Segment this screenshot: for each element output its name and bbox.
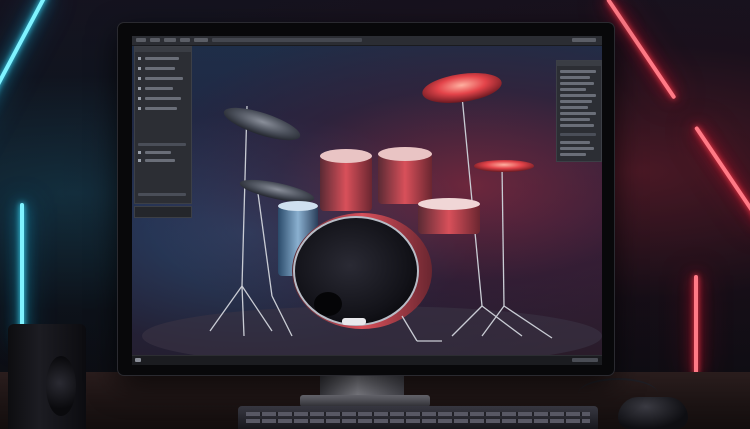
- rack-tom-left: [320, 156, 372, 211]
- taskbar: [132, 355, 602, 365]
- properties-panel[interactable]: [556, 60, 602, 162]
- panel-divider: [560, 133, 596, 136]
- rack-tom-right: [378, 154, 432, 204]
- property-row[interactable]: [560, 153, 586, 156]
- property-row[interactable]: [560, 112, 596, 115]
- neon-tube-left-vertical: [20, 203, 24, 343]
- layer-row[interactable]: [145, 97, 181, 100]
- panel-title-bar: [557, 61, 601, 66]
- drum-kit-render: [142, 73, 602, 365]
- property-row[interactable]: [560, 76, 590, 79]
- file-icon[interactable]: [136, 38, 146, 42]
- property-row[interactable]: [560, 88, 586, 91]
- property-row[interactable]: [560, 94, 596, 97]
- property-row[interactable]: [560, 118, 590, 121]
- layer-visibility-icon[interactable]: [138, 97, 141, 100]
- layer-visibility-icon[interactable]: [138, 87, 141, 90]
- settings-icon[interactable]: [572, 38, 596, 42]
- bass-drum-head: [293, 216, 419, 326]
- render-icon[interactable]: [194, 38, 208, 42]
- panel-footer: [138, 193, 186, 196]
- speaker-driver: [46, 356, 76, 416]
- panel-status-strip: [134, 206, 192, 218]
- neon-tube-left-diagonal: [0, 0, 50, 187]
- keyboard: [238, 406, 598, 429]
- layer-row[interactable]: [145, 77, 183, 80]
- keyboard-key-row: [246, 419, 590, 423]
- layer-visibility-icon[interactable]: [138, 159, 141, 162]
- layers-panel[interactable]: [134, 46, 192, 204]
- layer-row[interactable]: [145, 151, 171, 154]
- layer-row[interactable]: [145, 107, 177, 110]
- layer-row[interactable]: [145, 87, 173, 90]
- rack-tom-right-head: [378, 147, 432, 161]
- layer-row[interactable]: [145, 67, 175, 70]
- rack-tom-left-head: [320, 149, 372, 163]
- neon-tube-right-middle: [694, 125, 750, 228]
- layer-visibility-icon[interactable]: [138, 57, 141, 60]
- neon-tube-right-top: [606, 0, 677, 100]
- mouse: [618, 397, 688, 429]
- image-canvas[interactable]: [132, 46, 602, 365]
- keyboard-key-row: [246, 412, 590, 416]
- ride-cymbal: [223, 107, 301, 141]
- speaker: [8, 324, 86, 429]
- app-menu-bar: [132, 36, 602, 46]
- start-icon[interactable]: [135, 358, 141, 362]
- system-tray: [572, 358, 598, 362]
- neon-tube-right-vertical: [694, 275, 698, 375]
- splash-cymbal: [474, 160, 534, 172]
- layer-row[interactable]: [145, 57, 179, 60]
- desk-setup-photo: [0, 0, 750, 429]
- property-row[interactable]: [560, 124, 594, 127]
- property-row[interactable]: [560, 70, 596, 73]
- property-row[interactable]: [560, 141, 590, 144]
- layer-visibility-icon[interactable]: [138, 151, 141, 154]
- snare-head: [418, 198, 480, 210]
- layer-visibility-icon[interactable]: [138, 67, 141, 70]
- panel-divider: [138, 143, 186, 146]
- bass-drum-port: [314, 292, 342, 316]
- tools-icon[interactable]: [164, 38, 176, 42]
- floor-tom-head: [278, 201, 318, 211]
- property-row[interactable]: [560, 106, 588, 109]
- property-row[interactable]: [560, 147, 594, 150]
- panel-title-bar: [135, 47, 191, 52]
- monitor-screen: [132, 36, 602, 365]
- layer-visibility-icon[interactable]: [138, 77, 141, 80]
- view-icon[interactable]: [180, 38, 190, 42]
- crash-cymbal: [422, 73, 502, 103]
- layer-row[interactable]: [145, 159, 175, 162]
- property-row[interactable]: [560, 100, 592, 103]
- property-row[interactable]: [560, 82, 594, 85]
- layer-visibility-icon[interactable]: [138, 107, 141, 110]
- bass-drum-logo: [342, 318, 366, 325]
- edit-icon[interactable]: [150, 38, 160, 42]
- options-bar: [212, 38, 362, 42]
